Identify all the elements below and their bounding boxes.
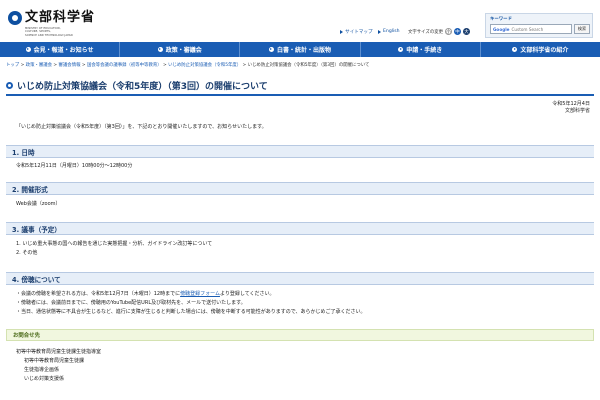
google-brand: Google [493,26,510,32]
section-heading-datetime: 1. 日時 [6,145,594,158]
logo-subtitle-line: SCIENCE AND TECHNOLOGY-JAPAN [25,33,73,37]
english-label: English [383,29,400,34]
observation-item: ・傍聴者には、会議前日までに、傍聴用のYouTube配信URL及び取材先を、メー… [16,300,246,306]
nav-arrow-icon [269,47,274,52]
observation-item: ・当日、通信状態等に不具合が生じるなど、進行に支障が生じると判断した場合には、傍… [16,309,366,315]
section-body-datetime: 令和5年12月11日（月曜日）10時00分～12時00分 [16,162,132,171]
global-nav: 会見・報道・お知らせ 政策・審議会 白書・統計・出版物 申請・手続き 文部科学省… [0,42,600,57]
search-box: キーワード Google Custom Search 検索 [485,13,593,38]
observation-text: より登録してください。 [219,291,275,297]
nav-item-publications[interactable]: 白書・統計・出版物 [240,42,361,57]
sitemap-label: サイトマップ [345,29,373,35]
search-placeholder: Custom Search [511,26,544,32]
agenda-item: 1. いじめ重大事態の国への報告を通じた実態把握・分析、ガイドライン改訂等につい… [16,241,213,247]
breadcrumb-current: いじめ防止対策協議会（令和5年度）（第3回）の開催について [247,63,370,68]
nav-item-label: 政策・審議会 [165,47,202,54]
publish-date: 令和5年12月4日 [552,101,590,107]
search-button[interactable]: 検索 [574,24,590,34]
font-size-large-button[interactable]: 大 [463,28,470,35]
nav-item-press[interactable]: 会見・報道・お知らせ [0,42,121,57]
title-bullet-icon [6,81,13,89]
logo-title: 文部科学省 [25,10,96,25]
nav-arrow-icon [25,47,31,52]
page-title: いじめ防止対策協議会（令和5年度）（第3回）の開催について [17,81,268,92]
section-heading-agenda: 3. 議事（予定） [6,222,594,235]
breadcrumb-link[interactable]: 国会等会議の議事録（初等中等教育） [87,63,162,68]
breadcrumb-link[interactable]: いじめ防止対策協議会（令和5年度） [168,63,241,68]
section-heading-format: 2. 開催形式 [6,182,594,195]
registration-form-link[interactable]: 傍聴登録フォーム [180,291,220,297]
font-size-small-button[interactable]: 小 [445,28,452,35]
search-input[interactable]: Google Custom Search [490,24,572,34]
contact-heading: お問合せ先 [6,329,594,341]
breadcrumb-link[interactable]: トップ [6,63,19,68]
section-heading-observation: 4. 傍聴について [6,272,594,285]
datetime-text: 令和5年12月11日（月曜日）10時00分～12時00分 [16,163,133,169]
page-title-bar: いじめ防止対策協議会（令和5年度）（第3回）の開催について [6,76,594,96]
contact-division: 初等中等教育局児童生徒課 [24,358,85,364]
font-size-label: 文字サイズの変更 [408,29,443,35]
section-body-agenda: 1. いじめ重大事態の国への報告を通じた実態把握・分析、ガイドライン改訂等につい… [16,240,212,258]
observation-item: ・会議の傍聴を希望される方は、令和5年12月7日（木曜日）12時までに傍聴登録フ… [16,290,366,299]
mext-logo[interactable]: 文部科学省 MINISTRY OF EDUCATION, CULTURE, SP… [8,10,95,37]
agenda-item: 2. その他 [16,250,38,256]
breadcrumb-link[interactable]: 審議会情報 [59,63,81,68]
arrow-right-icon [340,29,343,34]
english-link[interactable]: English [378,29,400,34]
font-size-medium-button[interactable]: 中 [454,28,461,35]
intro-text: 「いじめ防止対策協議会（令和5年度）（第3回）」を、下記のとおり開催いたしますの… [16,124,267,130]
contact-body: 初等中等教育局児童生徒課生徒指導室 初等中等教育局児童生徒課 生徒指導企画係 い… [16,348,101,384]
nav-item-label: 会見・報道・お知らせ [33,47,94,54]
nav-item-about[interactable]: 文部科学省の紹介 [481,42,600,57]
format-text: Web会議（zoom） [16,201,61,207]
contact-office: 初等中等教育局児童生徒課生徒指導室 [16,349,102,355]
date-block: 令和5年12月4日 文部科学省 [552,101,590,115]
sitemap-link[interactable]: サイトマップ [340,29,373,35]
nav-item-label: 文部科学省の紹介 [520,47,569,54]
arrow-right-icon [378,29,381,34]
site-header: 文部科学省 MINISTRY OF EDUCATION, CULTURE, SP… [0,0,600,42]
nav-item-applications[interactable]: 申請・手続き [361,42,481,57]
nav-item-label: 白書・統計・出版物 [277,47,332,54]
breadcrumb-link[interactable]: 政策・審議会 [26,63,52,68]
section-body-observation: ・会議の傍聴を希望される方は、令和5年12月7日（木曜日）12時までに傍聴登録フ… [16,290,366,317]
section-body-format: Web会議（zoom） [16,200,61,209]
contact-unit: いじめ対策支援係 [24,376,65,382]
nav-item-label: 申請・手続き [406,47,443,54]
publisher: 文部科学省 [564,108,590,114]
nav-arrow-icon [157,47,163,52]
nav-arrow-icon [398,47,404,52]
nav-arrow-icon [512,47,518,52]
breadcrumb: トップ > 政策・審議会 > 審議会情報 > 国会等会議の議事録（初等中等教育）… [6,62,369,68]
search-title: キーワード [490,17,512,22]
logo-subtitle: MINISTRY OF EDUCATION, CULTURE, SPORTS, … [25,27,95,37]
mext-emblem-icon [8,11,22,25]
nav-item-policy[interactable]: 政策・審議会 [120,42,241,57]
observation-text: ・会議の傍聴を希望される方は、令和5年12月7日（木曜日）12時までに [16,291,181,297]
contact-unit: 生徒指導企画係 [24,367,60,373]
